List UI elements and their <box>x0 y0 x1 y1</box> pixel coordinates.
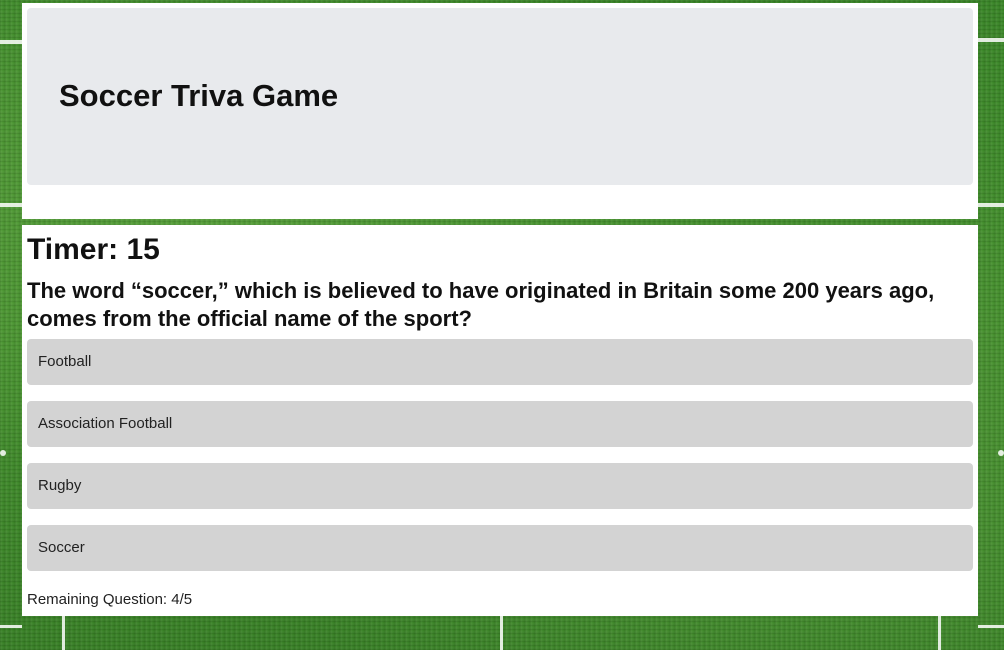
answer-option-rugby[interactable]: Rugby <box>27 463 973 509</box>
quiz-card: Timer: 15 The word “soccer,” which is be… <box>22 225 978 616</box>
answer-option-soccer[interactable]: Soccer <box>27 525 973 571</box>
pitch-line <box>0 40 22 44</box>
header-banner: Soccer Triva Game <box>27 8 973 185</box>
pitch-line <box>0 203 22 207</box>
pitch-line <box>978 625 1004 628</box>
pitch-line <box>62 616 65 650</box>
pitch-line <box>978 38 1004 42</box>
pitch-line <box>0 450 6 456</box>
answer-list: Football Association Football Rugby Socc… <box>27 339 973 587</box>
page-title: Soccer Triva Game <box>59 78 339 113</box>
header-panel: Soccer Triva Game <box>22 3 978 219</box>
answer-option-football[interactable]: Football <box>27 339 973 385</box>
question-text: The word “soccer,” which is believed to … <box>27 278 935 331</box>
timer-display: Timer: 15 <box>27 233 160 266</box>
pitch-line <box>938 616 941 650</box>
pitch-line <box>978 203 1004 207</box>
remaining-questions-counter: Remaining Question: 4/5 <box>27 591 193 608</box>
pitch-line <box>0 625 22 628</box>
answer-option-association-football[interactable]: Association Football <box>27 401 973 447</box>
pitch-line <box>500 616 503 650</box>
pitch-line <box>998 450 1004 456</box>
